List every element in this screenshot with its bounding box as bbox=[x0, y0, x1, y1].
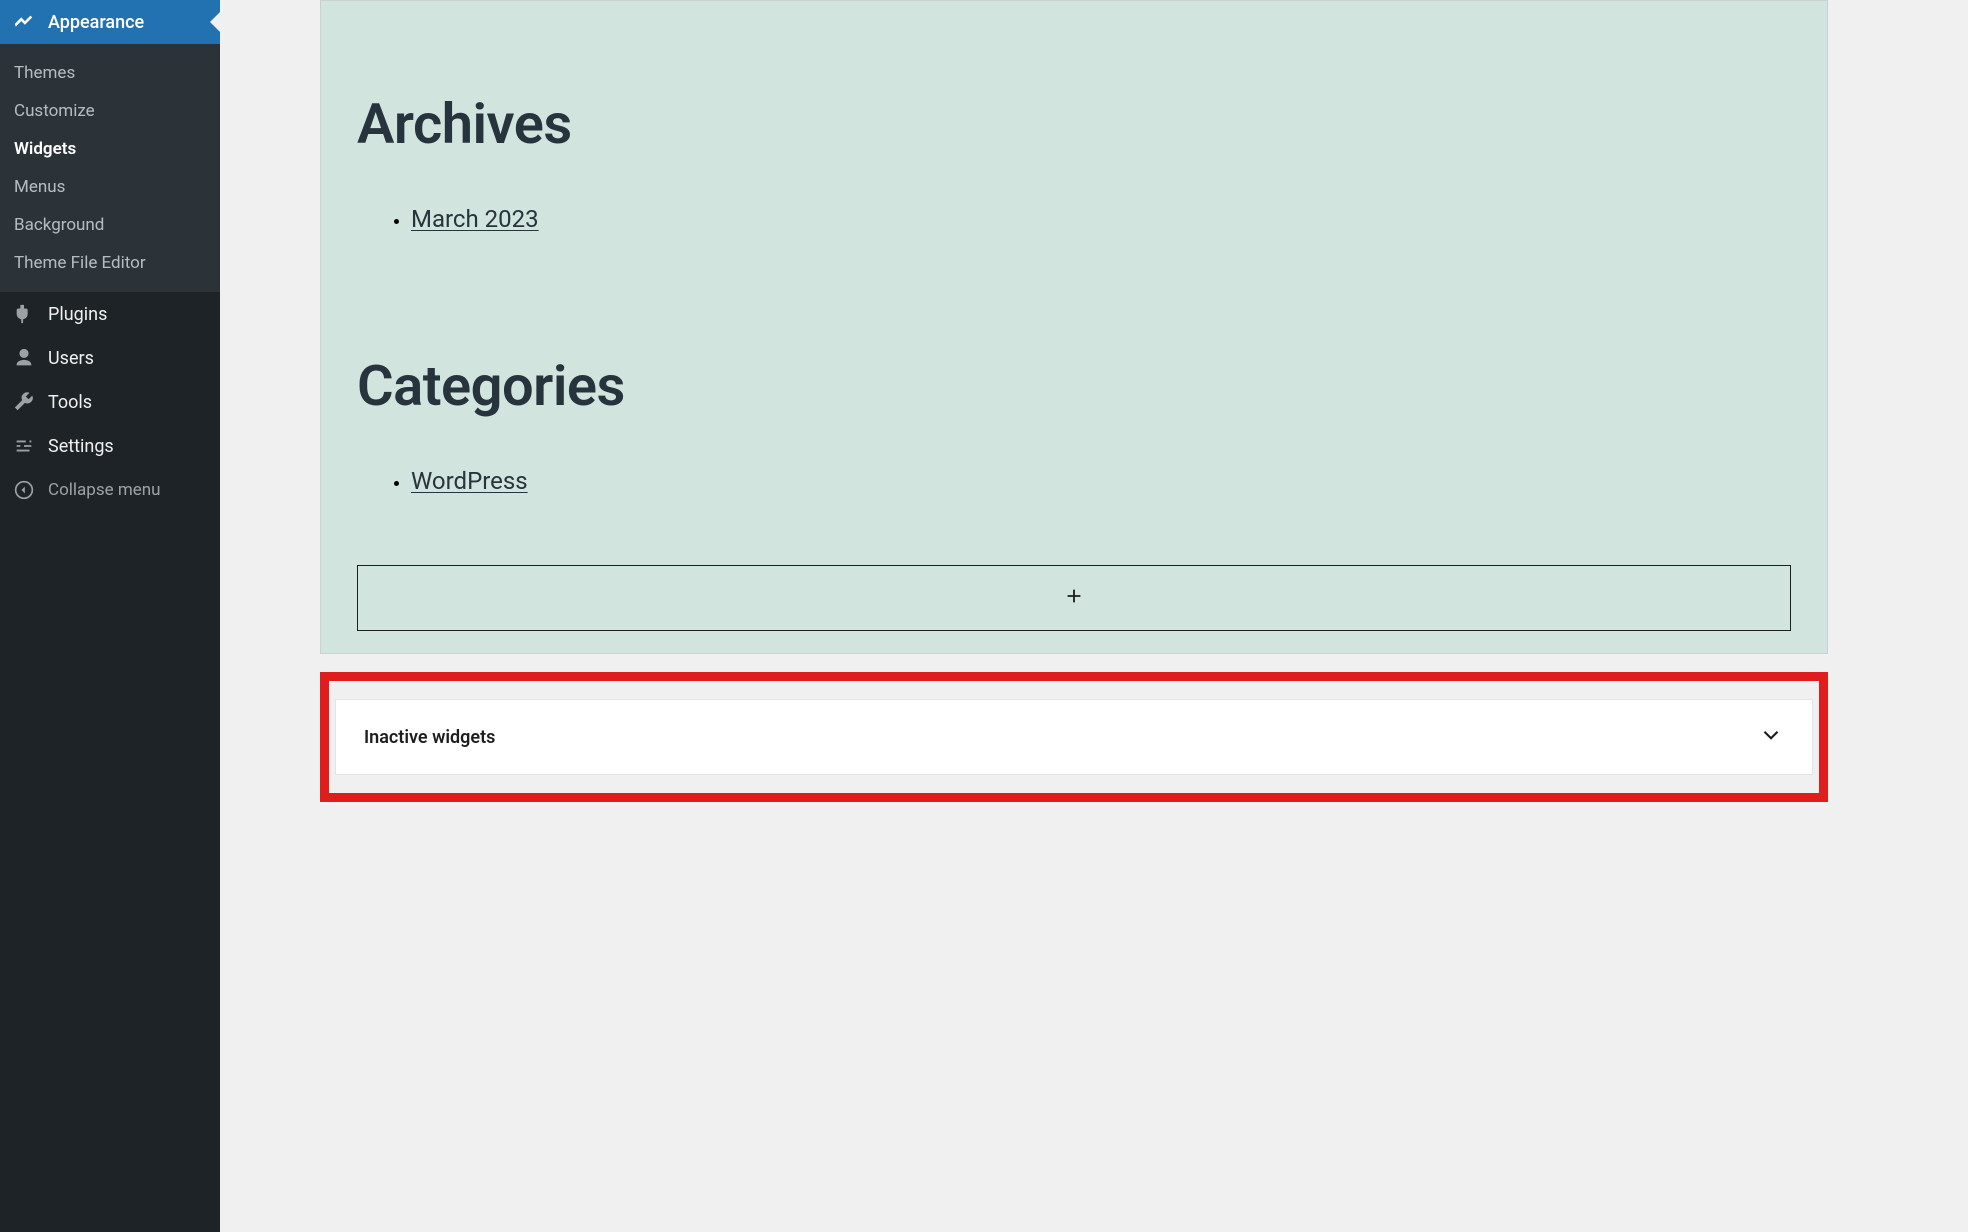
sidebar-item-label: Settings bbox=[48, 436, 114, 457]
appearance-submenu: Themes Customize Widgets Menus Backgroun… bbox=[0, 44, 220, 292]
widget-area-footer: Archives March 2023 Categories WordPress bbox=[320, 0, 1828, 654]
chevron-down-icon bbox=[1758, 722, 1784, 752]
category-link[interactable]: WordPress bbox=[411, 467, 528, 495]
sidebar-item-label: Appearance bbox=[48, 12, 144, 33]
main-content: Archives March 2023 Categories WordPress… bbox=[220, 0, 1968, 1232]
admin-sidebar: Appearance Themes Customize Widgets Menu… bbox=[0, 0, 220, 1232]
add-block-button[interactable] bbox=[357, 565, 1791, 631]
sidebar-item-label: Plugins bbox=[48, 304, 107, 325]
inactive-widgets-panel[interactable]: Inactive widgets bbox=[335, 699, 1813, 775]
widget-categories-list: WordPress bbox=[345, 467, 1803, 495]
submenu-item-customize[interactable]: Customize bbox=[0, 92, 220, 130]
widget-archives-list: March 2023 bbox=[345, 205, 1803, 233]
sidebar-item-users[interactable]: Users bbox=[0, 336, 220, 380]
submenu-item-background[interactable]: Background bbox=[0, 206, 220, 244]
wrench-icon bbox=[12, 390, 36, 414]
submenu-item-widgets[interactable]: Widgets bbox=[0, 130, 220, 168]
submenu-item-theme-file-editor[interactable]: Theme File Editor bbox=[0, 244, 220, 282]
sliders-icon bbox=[12, 434, 36, 458]
inactive-widgets-highlight: Inactive widgets bbox=[320, 672, 1828, 802]
sidebar-item-appearance[interactable]: Appearance bbox=[0, 0, 220, 44]
sidebar-collapse[interactable]: Collapse menu bbox=[0, 468, 220, 512]
sidebar-item-settings[interactable]: Settings bbox=[0, 424, 220, 468]
sidebar-item-plugins[interactable]: Plugins bbox=[0, 292, 220, 336]
archive-link[interactable]: March 2023 bbox=[411, 205, 539, 233]
user-icon bbox=[12, 346, 36, 370]
plus-icon bbox=[1063, 585, 1085, 611]
submenu-item-themes[interactable]: Themes bbox=[0, 54, 220, 92]
sidebar-collapse-label: Collapse menu bbox=[48, 480, 161, 500]
brush-icon bbox=[12, 10, 36, 34]
collapse-icon bbox=[12, 478, 36, 502]
plug-icon bbox=[12, 302, 36, 326]
list-item: WordPress bbox=[411, 467, 1803, 495]
inactive-widgets-label: Inactive widgets bbox=[364, 727, 495, 748]
sidebar-item-label: Tools bbox=[48, 392, 92, 413]
list-item: March 2023 bbox=[411, 205, 1803, 233]
sidebar-item-label: Users bbox=[48, 348, 94, 369]
submenu-item-menus[interactable]: Menus bbox=[0, 168, 220, 206]
widget-archives-heading[interactable]: Archives bbox=[345, 91, 1803, 157]
sidebar-item-tools[interactable]: Tools bbox=[0, 380, 220, 424]
widget-categories-heading[interactable]: Categories bbox=[345, 353, 1803, 419]
